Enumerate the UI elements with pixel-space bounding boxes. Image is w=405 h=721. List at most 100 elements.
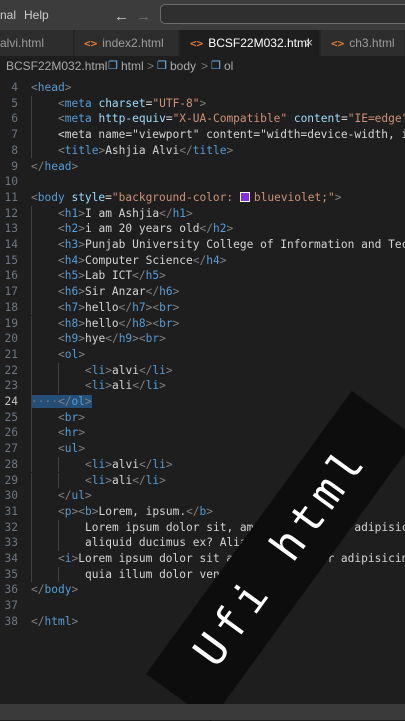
code-text: <h9>hye</h9><br> [58, 332, 166, 346]
line-number: 25 [4, 410, 18, 424]
line-number: 14 [4, 238, 18, 251]
indent-guide [31, 346, 32, 363]
indent-guide [31, 205, 32, 222]
code-line[interactable]: 21 <ol> [0, 346, 405, 363]
line-number: 27 [4, 442, 18, 456]
indent-guide [31, 394, 32, 410]
code-text: <head> [31, 81, 72, 94]
tab-alvi-html[interactable]: alvi.html [0, 30, 74, 56]
code-line[interactable]: 34<i>Lorem ipsum dolor sit amet consecte… [0, 551, 405, 567]
indent-guide [31, 472, 32, 489]
breadcrumb-file[interactable]: BCSF22M032.html [6, 59, 107, 73]
indent-guide [31, 425, 32, 442]
code-line[interactable]: 7 <meta name="viewport" content="width=de… [0, 127, 405, 143]
indent-guide [31, 252, 32, 269]
code-line[interactable]: 8 <title>Ashjia Alvi</title> [0, 142, 405, 159]
indent-guide [58, 362, 59, 379]
code-line[interactable]: 20 <h9>hye</h9><br> [0, 331, 405, 347]
indent-guide [58, 519, 59, 536]
line-number: 7 [11, 128, 18, 142]
indent-guide [58, 566, 59, 583]
line-number: 24 [4, 395, 18, 408]
code-line[interactable]: 17 <h6>Sir Anzar</h6> [0, 284, 405, 300]
breadcrumb: BCSF22M032.html > ❒ html > ❒ body > ❒ ol [0, 56, 405, 76]
indent-guide [31, 142, 32, 159]
indent-guide [31, 456, 32, 473]
indent-guide [31, 409, 32, 426]
back-arrow-icon[interactable]: ← [114, 8, 129, 25]
menu-item-help[interactable]: Help [24, 8, 49, 22]
code-line[interactable]: 13 <h2>i am 20 years old</h2> [0, 221, 405, 237]
code-line[interactable]: 9 </head> [0, 159, 405, 175]
line-number: 5 [11, 96, 18, 110]
line-number: 33 [4, 536, 18, 550]
code-line[interactable]: 4 <head> [0, 80, 405, 96]
code-line[interactable]: 22 <li>alvi</li> [0, 362, 405, 379]
forward-arrow-icon[interactable]: → [136, 8, 151, 25]
line-number: 22 [4, 363, 18, 377]
indent-guide [31, 315, 32, 332]
code-text: </html> [31, 614, 79, 628]
tab-index2-html[interactable]: <> index2.html [75, 30, 179, 56]
code-text: <meta charset="UTF-8"> [58, 96, 207, 110]
indent-guide [31, 519, 32, 536]
line-number: 20 [4, 332, 18, 346]
indent-guide [31, 503, 32, 520]
line-number: 16 [4, 269, 18, 283]
line-number: 30 [4, 489, 18, 503]
html-file-icon: <> [190, 37, 204, 50]
line-number: 26 [4, 426, 18, 440]
indent-guide [58, 456, 59, 473]
line-number: 18 [4, 300, 18, 314]
breadcrumb-body[interactable]: body [170, 59, 196, 73]
code-text: <h2>i am 20 years old</h2> [58, 222, 234, 236]
menu-item-terminal[interactable]: nal [0, 8, 16, 22]
close-icon[interactable]: × [305, 30, 313, 56]
code-line[interactable]: 14 <h3>Punjab University College of Infor… [0, 237, 405, 253]
color-swatch-icon[interactable] [239, 191, 250, 202]
indent-guide [31, 488, 32, 504]
line-number: 9 [11, 159, 18, 173]
line-number: 21 [4, 347, 18, 361]
code-text: <body style="background-color: blueviole… [31, 190, 342, 204]
code-line[interactable]: 12 <h1>I am Ashjia</h1> [0, 205, 405, 222]
line-number: 13 [4, 222, 18, 236]
indent-guide [31, 268, 32, 285]
code-line[interactable]: 18 <h7>hello</h7><br> [0, 299, 405, 316]
code-text: <hr> [58, 426, 85, 440]
indent-guide [31, 362, 32, 379]
indent-guide [31, 284, 32, 300]
line-number: 4 [11, 81, 18, 94]
line-number: 10 [4, 175, 18, 189]
breadcrumb-ol[interactable]: ol [224, 59, 233, 73]
indent-guide [31, 535, 32, 551]
breadcrumb-html[interactable]: html [121, 59, 144, 73]
element-icon: ❒ [211, 60, 221, 72]
code-line[interactable]: 33aliquid ducimus ex? Alias, odit.</p> [0, 535, 405, 551]
code-text: <h8>hello</h8><br> [58, 316, 180, 330]
code-line[interactable]: 15 <h4>Computer Science</h4> [0, 252, 405, 269]
indent-guide [31, 221, 32, 237]
line-number: 19 [4, 316, 18, 330]
code-line[interactable]: 6 <meta http-equiv="X-UA-Compatible" cont… [0, 111, 405, 128]
tab-ch3-html[interactable]: <> ch3.html [321, 30, 405, 56]
indent-guide [31, 566, 32, 583]
code-line[interactable]: 19 <h8>hello</h8><br> [0, 315, 405, 332]
indent-guide [31, 441, 32, 457]
code-text: <li>ali</li> [85, 473, 166, 487]
code-line[interactable]: 5 <meta charset="UTF-8"> [0, 95, 405, 112]
command-center-search[interactable] [160, 4, 405, 24]
breadcrumb-separator: > [201, 59, 209, 73]
code-line[interactable]: 16 <h5>Lab ICT</h5> [0, 268, 405, 285]
indent-guide [58, 535, 59, 551]
code-line[interactable]: 11 <body style="background-color: bluevio… [0, 190, 405, 206]
code-text: <h4>Computer Science</h4> [58, 253, 227, 267]
code-text: </head> [31, 159, 79, 173]
code-line[interactable]: 35quia illum dolor veniam.</i> [0, 566, 405, 583]
tab-bcsf22m032-html[interactable]: <> BCSF22M032.html × [180, 30, 320, 56]
code-line[interactable]: 10 [0, 174, 405, 190]
line-number: 6 [11, 112, 18, 126]
element-icon: ❒ [108, 60, 118, 72]
code-line[interactable]: 23 <li>ali</li> [0, 378, 405, 394]
code-text: <ol> [58, 347, 85, 361]
